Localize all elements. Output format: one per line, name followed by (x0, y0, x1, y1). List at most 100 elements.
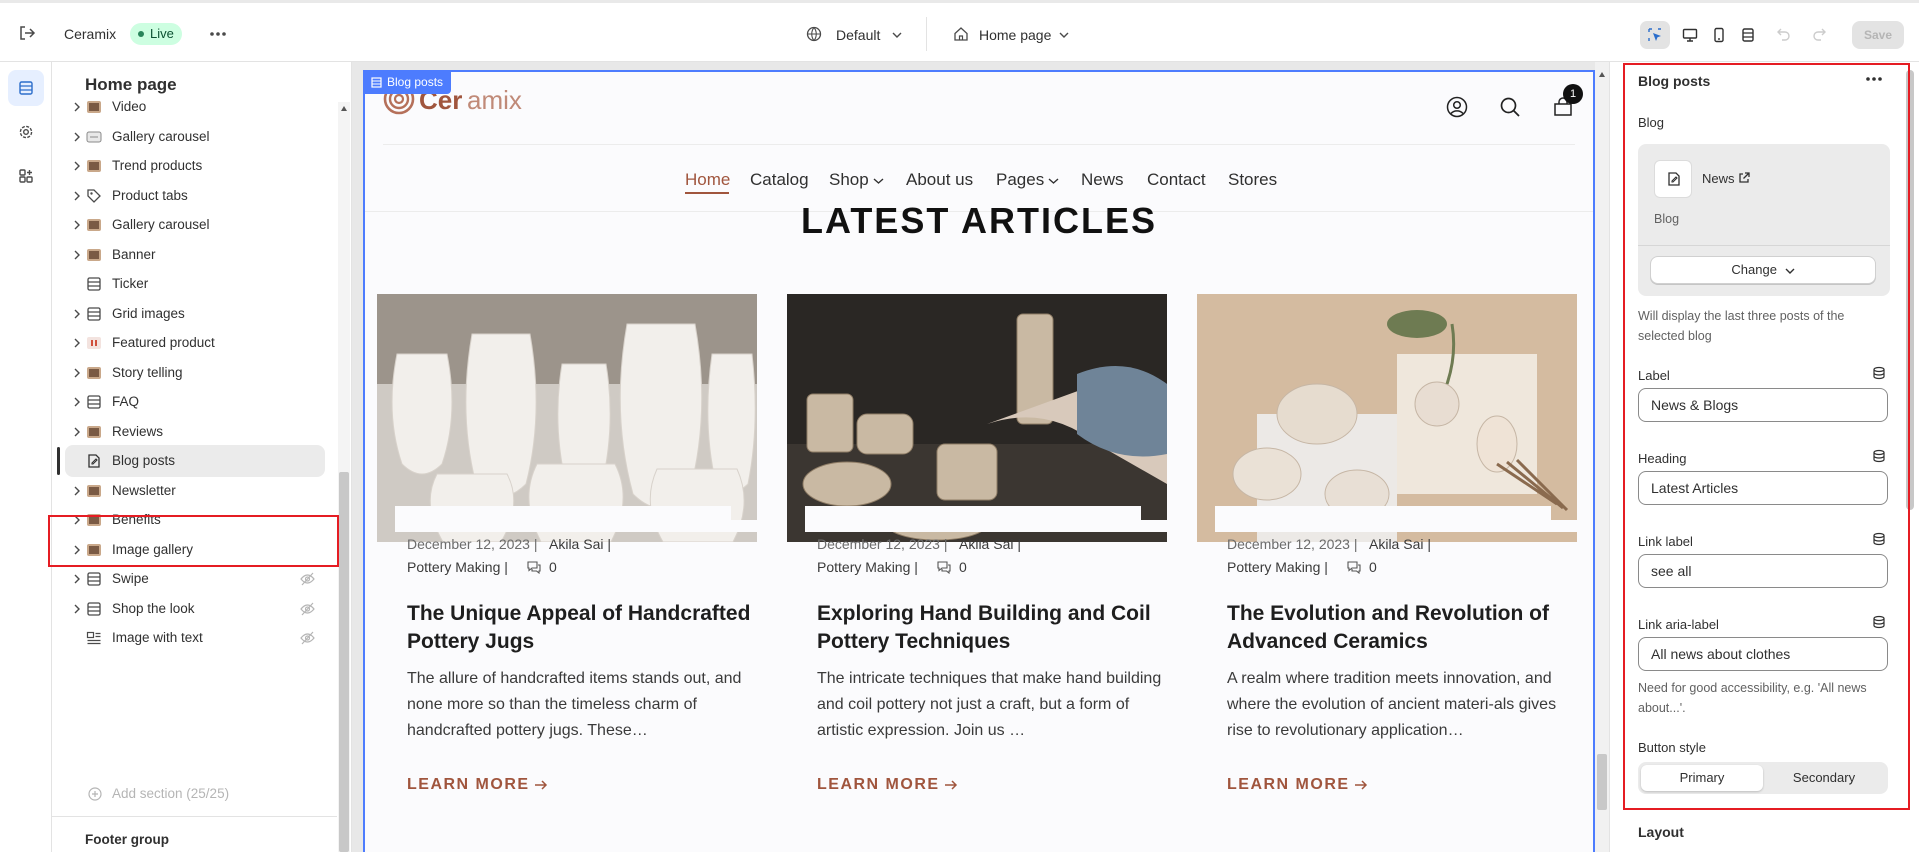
chevron-right-icon[interactable] (72, 161, 82, 171)
scroll-thumb[interactable] (1597, 754, 1607, 810)
chevron-right-icon[interactable] (72, 102, 82, 112)
desktop-icon (1682, 28, 1698, 42)
comment-icon (527, 561, 541, 574)
section-item-label: Story telling (112, 364, 183, 380)
chevron-down-icon (1048, 178, 1059, 184)
chevron-right-icon[interactable] (72, 574, 82, 584)
search-icon[interactable] (1499, 96, 1521, 118)
scroll-thumb[interactable] (339, 472, 349, 852)
more-icon[interactable] (208, 25, 228, 43)
highlight-box-section (48, 515, 339, 567)
article-title[interactable]: The Unique Appeal of Handcrafted Pottery… (407, 600, 757, 656)
article-title[interactable]: The Evolution and Revolution of Advanced… (1227, 600, 1577, 656)
comment-icon (1347, 561, 1361, 574)
article-category[interactable]: Pottery Making | (1227, 559, 1328, 575)
chevron-right-icon[interactable] (72, 250, 82, 260)
eye-hidden-icon[interactable] (300, 602, 315, 616)
section-tag: Blog posts (363, 70, 452, 94)
selected-indicator (57, 447, 60, 475)
layout-rows-icon (86, 394, 102, 410)
preview-scrollbar[interactable] (1595, 62, 1609, 852)
article-comments: 0 (959, 559, 967, 575)
section-item-label: Gallery carousel (112, 128, 210, 144)
chevron-down-icon (892, 32, 902, 38)
eye-hidden-icon[interactable] (300, 572, 315, 586)
eye-hidden-icon[interactable] (300, 631, 315, 645)
app-embeds-tab[interactable] (8, 158, 44, 194)
image-thumb-icon (86, 365, 102, 381)
chevron-right-icon[interactable] (72, 486, 82, 496)
article-category[interactable]: Pottery Making | (407, 559, 508, 575)
chevron-right-icon[interactable] (72, 191, 82, 201)
learn-more-link[interactable]: LEARN MORE (407, 776, 530, 794)
article-title[interactable]: Exploring Hand Building and Coil Pottery… (817, 600, 1167, 656)
save-button[interactable]: Save (1852, 21, 1904, 49)
article-image-3[interactable] (1197, 294, 1577, 542)
redo-icon[interactable] (1811, 27, 1827, 41)
chevron-right-icon[interactable] (72, 132, 82, 142)
inspector-toggle[interactable] (1640, 21, 1670, 49)
article-image-1[interactable] (377, 294, 757, 542)
nav-pages[interactable]: Pages (996, 170, 1044, 190)
sections-tab[interactable] (8, 70, 44, 106)
section-item-label: Newsletter (112, 482, 176, 498)
undo-icon[interactable] (1776, 27, 1792, 41)
full-width-view-button[interactable] (1733, 21, 1763, 49)
mobile-view-button[interactable] (1704, 21, 1734, 49)
section-item-label: Product tabs (112, 187, 188, 203)
section-tag-icon (371, 77, 382, 88)
theme-select[interactable]: Default (806, 25, 910, 45)
exit-icon[interactable] (18, 24, 36, 42)
chevron-right-icon[interactable] (72, 368, 82, 378)
card-meta-bg (805, 506, 1141, 526)
section-item-label: Gallery carousel (112, 217, 210, 232)
nav-stores[interactable]: Stores (1228, 170, 1277, 190)
learn-more-link[interactable]: LEARN MORE (1227, 776, 1350, 794)
comment-icon (937, 561, 951, 574)
add-section-label: Add section (25/25) (112, 786, 230, 801)
section-item-label: Trend products (112, 158, 203, 173)
home-icon (954, 27, 968, 41)
article-author[interactable]: Akila Sai | (1369, 536, 1431, 552)
chevron-right-icon[interactable] (72, 338, 82, 348)
chevron-right-icon[interactable] (72, 604, 82, 614)
chevron-right-icon[interactable] (72, 397, 82, 407)
nav-about[interactable]: About us (906, 170, 973, 190)
nav-catalog[interactable]: Catalog (750, 170, 809, 190)
article-date: December 12, 2023 | (1227, 536, 1358, 552)
section-item-label: Video (112, 99, 147, 114)
left-scrollbar[interactable] (338, 102, 350, 852)
desktop-view-button[interactable] (1675, 21, 1705, 49)
nav-contact[interactable]: Contact (1147, 170, 1206, 190)
nav-home[interactable]: Home (685, 170, 730, 190)
store-preview: Cer amix 1 Home Catalog Shop About us Pa… (363, 70, 1595, 852)
arrow-right-icon (535, 780, 548, 790)
nav-shop[interactable]: Shop (829, 170, 869, 190)
chevron-right-icon[interactable] (72, 427, 82, 437)
chevron-right-icon[interactable] (72, 220, 82, 230)
mobile-icon (1714, 27, 1724, 43)
account-icon[interactable] (1446, 96, 1468, 118)
nav-news[interactable]: News (1081, 170, 1124, 190)
article-image-2[interactable] (787, 294, 1167, 542)
section-item[interactable]: Image with text (52, 620, 337, 656)
learn-more-link[interactable]: LEARN MORE (817, 776, 940, 794)
page-select[interactable]: Home page (953, 25, 1083, 45)
article-author[interactable]: Akila Sai | (549, 536, 611, 552)
image-thumb-icon (86, 247, 102, 263)
arrow-right-icon (1355, 780, 1368, 790)
section-item-label: Swipe (112, 571, 149, 586)
chevron-down-icon (873, 178, 884, 184)
chevron-right-icon[interactable] (72, 309, 82, 319)
theme-settings-tab[interactable] (8, 114, 44, 150)
footer-group-label[interactable]: Footer group (85, 832, 169, 847)
article-author[interactable]: Akila Sai | (959, 536, 1021, 552)
scroll-up-arrow (341, 106, 347, 111)
article-category[interactable]: Pottery Making | (817, 559, 918, 575)
top-bar: Ceramix Live Default Home page Save (0, 0, 1919, 62)
add-section-button[interactable]: Add section (25/25) (52, 776, 337, 812)
image-thumb-icon (86, 483, 102, 499)
section-item-label: Shop the look (112, 600, 195, 616)
scroll-up-arrow (1599, 72, 1605, 77)
blog-icon (86, 453, 102, 469)
